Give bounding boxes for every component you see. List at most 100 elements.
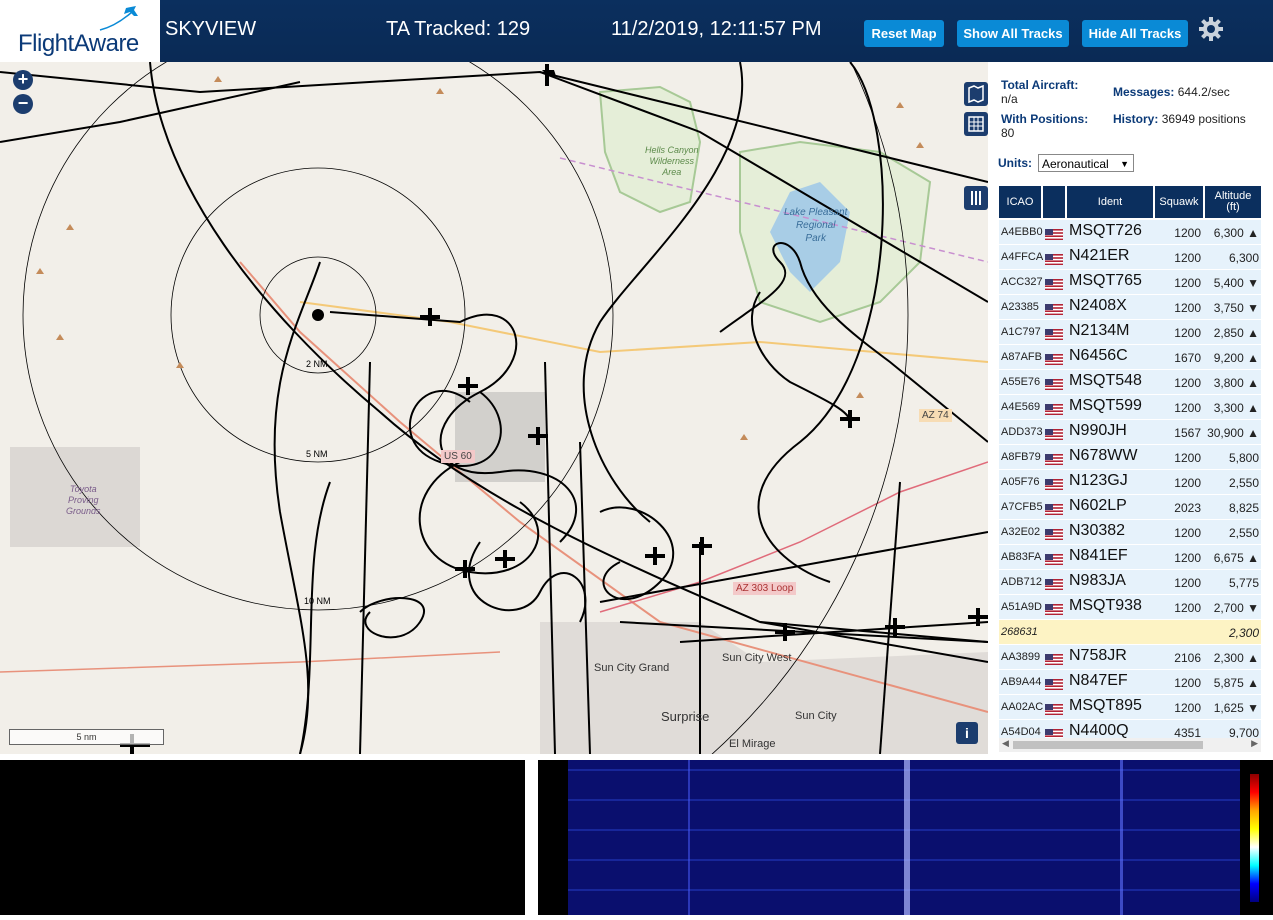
cell-squawk: 1200 bbox=[1174, 376, 1201, 390]
show-all-tracks-button[interactable]: Show All Tracks bbox=[957, 20, 1069, 47]
cell-squawk: 1200 bbox=[1174, 301, 1201, 315]
scroll-left-icon[interactable]: ◀ bbox=[1002, 738, 1009, 749]
zoom-out-button[interactable]: − bbox=[13, 94, 33, 114]
table-row[interactable]: AB83FA N841EF 1200 6,675 ▲ bbox=[999, 545, 1261, 570]
col-ident[interactable]: Ident bbox=[1067, 186, 1153, 218]
cell-icao: A54D04 bbox=[1001, 726, 1041, 738]
cell-ident: N421ER bbox=[1069, 247, 1130, 264]
us-flag-icon bbox=[1045, 527, 1063, 540]
col-flag[interactable] bbox=[1043, 186, 1065, 218]
cell-altitude: 5,400 ▼ bbox=[1213, 276, 1259, 290]
cell-ident: N30382 bbox=[1069, 522, 1126, 539]
table-row[interactable]: 268631 2,300 bbox=[999, 620, 1261, 645]
table-row[interactable]: A05F76 N123GJ 1200 2,550 bbox=[999, 470, 1261, 495]
table-row[interactable]: A51A9D MSQT938 1200 2,700 ▼ bbox=[999, 595, 1261, 620]
units-label: Units: bbox=[998, 156, 1032, 170]
stat-label: Total Aircraft: bbox=[1001, 78, 1079, 92]
cell-icao: AA02AC bbox=[1001, 701, 1044, 713]
cell-altitude: 3,300 ▲ bbox=[1213, 401, 1259, 415]
us-flag-icon bbox=[1045, 427, 1063, 440]
gear-icon[interactable] bbox=[1198, 16, 1224, 42]
map-icon bbox=[968, 84, 984, 104]
cell-icao: A4FFCA bbox=[1001, 251, 1044, 263]
stat-label: History: bbox=[1113, 112, 1159, 126]
aircraft-panel: Total Aircraft: n/a With Positions: 80 M… bbox=[988, 62, 1273, 754]
us-flag-icon bbox=[1045, 552, 1063, 565]
cell-ident: N602LP bbox=[1069, 497, 1127, 514]
grid-toggle-button[interactable] bbox=[964, 112, 988, 136]
col-altitude[interactable]: Altitude (ft) bbox=[1205, 186, 1261, 218]
stat-messages: Messages: 644.2/sec bbox=[1113, 85, 1230, 99]
us-flag-icon bbox=[1045, 502, 1063, 515]
cell-icao: AB9A44 bbox=[1001, 676, 1042, 688]
map-layers-button[interactable] bbox=[964, 82, 988, 106]
map-view[interactable]: Hells Canyon Wilderness Area Lake Pleasa… bbox=[0, 62, 988, 754]
table-row[interactable]: A55E76 MSQT548 1200 3,800 ▲ bbox=[999, 370, 1261, 395]
top-header: FlightAware SKYVIEW TA Tracked: 129 11/2… bbox=[0, 0, 1273, 62]
table-header: ICAO Ident Squawk Altitude (ft) bbox=[999, 186, 1261, 218]
cell-altitude: 30,900 ▲ bbox=[1207, 426, 1259, 440]
col-icao[interactable]: ICAO bbox=[999, 186, 1041, 218]
units-select[interactable]: Aeronautical ▼ bbox=[1038, 154, 1134, 172]
map-label-surprise: Surprise bbox=[661, 709, 710, 724]
col-squawk[interactable]: Squawk bbox=[1155, 186, 1203, 218]
table-row[interactable]: A4FFCA N421ER 1200 6,300 bbox=[999, 245, 1261, 270]
spectrum-pane bbox=[538, 760, 1273, 915]
map-label-sun-city-west: Sun City West bbox=[722, 652, 792, 664]
zoom-in-button[interactable]: + bbox=[13, 70, 33, 90]
table-row[interactable]: ADB712 N983JA 1200 5,775 bbox=[999, 570, 1261, 595]
table-row[interactable]: ACC327 MSQT765 1200 5,400 ▼ bbox=[999, 270, 1261, 295]
waterfall-noise bbox=[568, 760, 1240, 915]
cell-icao: A32E02 bbox=[1001, 526, 1041, 538]
table-row[interactable]: A4EBB0 MSQT726 1200 6,300 ▲ bbox=[999, 220, 1261, 245]
scroll-right-icon[interactable]: ▶ bbox=[1251, 738, 1258, 749]
stat-value: 36949 positions bbox=[1161, 112, 1246, 126]
table-row[interactable]: A32E02 N30382 1200 2,550 bbox=[999, 520, 1261, 545]
cell-ident: MSQT938 bbox=[1069, 597, 1142, 614]
cell-altitude: 3,800 ▲ bbox=[1213, 376, 1259, 390]
columns-toggle-button[interactable] bbox=[964, 186, 988, 210]
table-row[interactable]: A7CFB5 N602LP 2023 8,825 bbox=[999, 495, 1261, 520]
ring-label-5nm: 5 NM bbox=[306, 449, 328, 459]
table-row[interactable]: A4E569 MSQT599 1200 3,300 ▲ bbox=[999, 395, 1261, 420]
map-canvas[interactable] bbox=[0, 62, 988, 754]
cell-ident: MSQT765 bbox=[1069, 272, 1142, 289]
color-scale-bar bbox=[1250, 774, 1259, 902]
us-flag-icon bbox=[1045, 277, 1063, 290]
cell-squawk: 1200 bbox=[1174, 576, 1201, 590]
table-row[interactable]: AB9A44 N847EF 1200 5,875 ▲ bbox=[999, 670, 1261, 695]
us-flag-icon bbox=[1045, 227, 1063, 240]
cell-squawk: 1200 bbox=[1174, 551, 1201, 565]
label-line: Toyota bbox=[69, 484, 97, 494]
table-row[interactable]: A23385 N2408X 1200 3,750 ▼ bbox=[999, 295, 1261, 320]
spectrum-waterfall bbox=[568, 760, 1240, 915]
table-row[interactable]: A1C797 N2134M 1200 2,850 ▲ bbox=[999, 320, 1261, 345]
cell-squawk: 1200 bbox=[1174, 701, 1201, 715]
cell-icao: AB83FA bbox=[1001, 551, 1042, 563]
flightaware-logo[interactable]: FlightAware bbox=[0, 0, 160, 62]
horizontal-scrollbar[interactable]: ◀ ▶ bbox=[999, 738, 1261, 752]
table-row[interactable]: A8FB79 N678WW 1200 5,800 bbox=[999, 445, 1261, 470]
cell-altitude: 2,550 bbox=[1228, 476, 1259, 490]
map-label-toyota: Toyota Proving Grounds bbox=[66, 484, 101, 517]
cell-altitude: 2,300 bbox=[1228, 626, 1259, 640]
us-flag-icon bbox=[1045, 602, 1063, 615]
cell-icao: A87AFB bbox=[1001, 351, 1042, 363]
cell-ident: N678WW bbox=[1069, 447, 1138, 464]
cell-altitude: 2,550 bbox=[1228, 526, 1259, 540]
table-row[interactable]: ADD373 N990JH 1567 30,900 ▲ bbox=[999, 420, 1261, 445]
info-button[interactable]: i bbox=[956, 722, 978, 744]
map-label-sun-city: Sun City bbox=[795, 710, 837, 722]
cell-ident: N990JH bbox=[1069, 422, 1127, 439]
scrollbar-thumb[interactable] bbox=[1013, 741, 1203, 749]
cell-squawk: 2106 bbox=[1174, 651, 1201, 665]
cell-squawk: 1670 bbox=[1174, 351, 1201, 365]
table-row[interactable]: A87AFB N6456C 1670 9,200 ▲ bbox=[999, 345, 1261, 370]
us-flag-icon bbox=[1045, 302, 1063, 315]
hide-all-tracks-button[interactable]: Hide All Tracks bbox=[1082, 20, 1188, 47]
table-row[interactable]: AA3899 N758JR 2106 2,300 ▲ bbox=[999, 645, 1261, 670]
datetime: 11/2/2019, 12:11:57 PM bbox=[611, 18, 822, 40]
table-row[interactable]: AA02AC MSQT895 1200 1,625 ▼ bbox=[999, 695, 1261, 720]
reset-map-button[interactable]: Reset Map bbox=[864, 20, 944, 47]
stat-label: With Positions: bbox=[1001, 112, 1089, 126]
